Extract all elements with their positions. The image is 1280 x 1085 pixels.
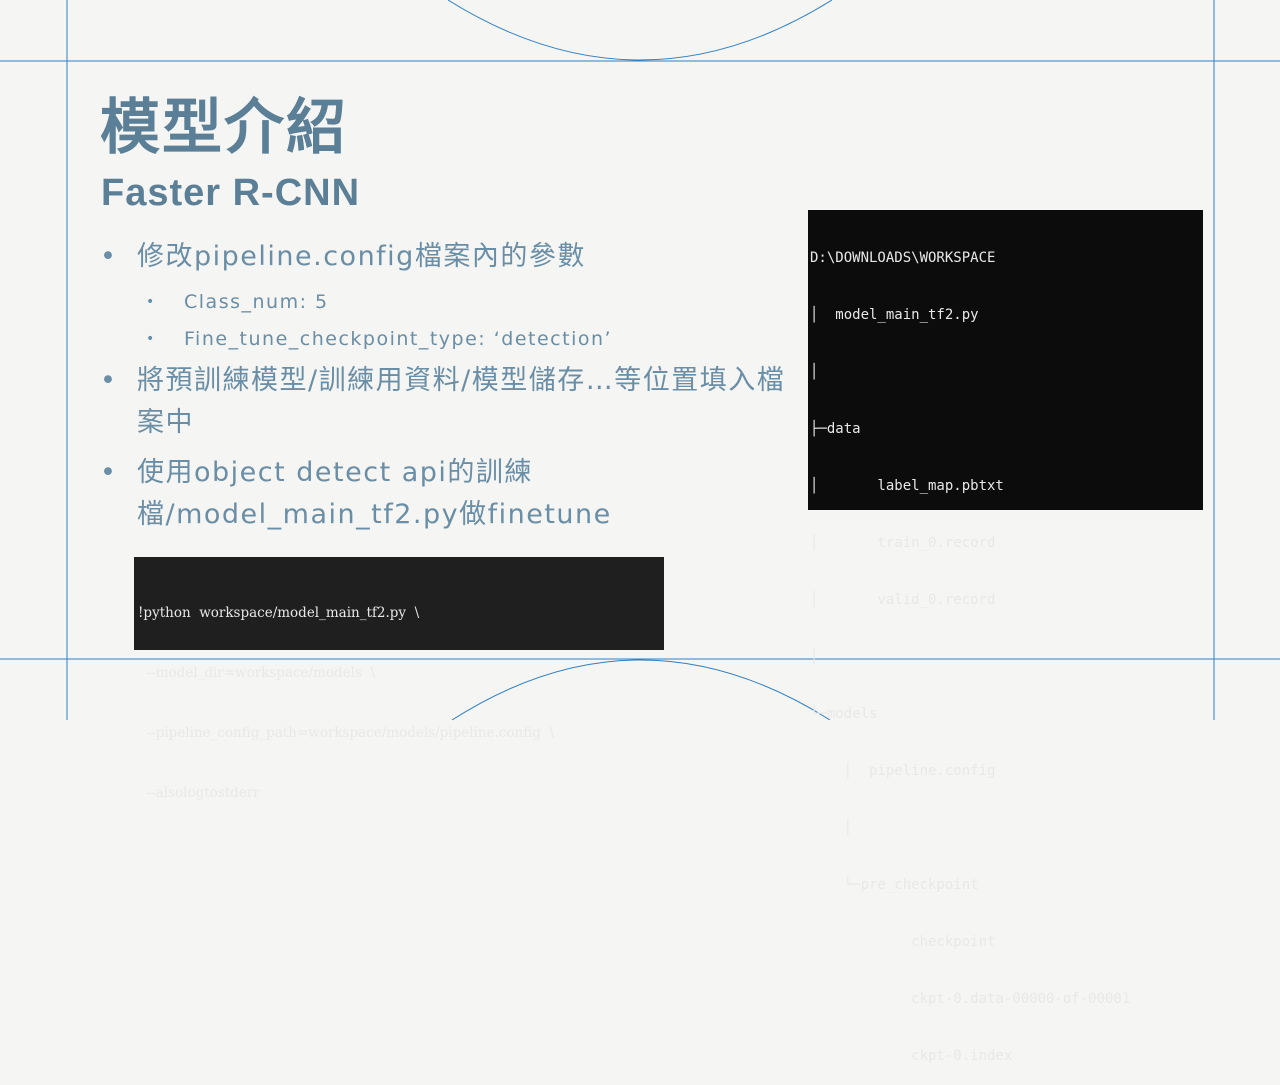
tree-line: ckpt-0.index xyxy=(810,1048,1013,1064)
bullet-text: 使用object detect api的訓練檔/model_main_tf2.p… xyxy=(137,457,612,530)
sub-bullet-item: • Class_num: 5 xyxy=(100,286,790,318)
sub-bullet-item: • Fine_tune_checkpoint_type: ‘detection’ xyxy=(100,323,790,355)
bullet-list: • 修改pipeline.config檔案內的參數 • Class_num: 5… xyxy=(100,236,790,544)
tree-line: └─models xyxy=(810,706,878,722)
code-line: --alsologtostderr xyxy=(138,785,260,801)
tree-line: │ xyxy=(810,649,819,665)
tree-line: │ train_0.record xyxy=(810,535,996,551)
code-line: !python workspace/model_main_tf2.py \ xyxy=(138,605,420,621)
tree-line: │ label_map.pbtxt xyxy=(810,478,1004,494)
tree-line: ckpt-0.data-00000-of-00001 xyxy=(810,991,1131,1007)
slide-title: 模型介紹 xyxy=(100,93,348,163)
tree-line: │ xyxy=(810,820,853,836)
frame-arc-top xyxy=(447,0,833,61)
tree-line: │ pipeline.config xyxy=(810,763,996,779)
bullet-dot: • xyxy=(146,331,156,347)
slide-subtitle: Faster R-CNN xyxy=(101,172,361,214)
bullet-item: • 使用object detect api的訓練檔/model_main_tf2… xyxy=(100,452,790,536)
workspace-directory-tree: D:\DOWNLOADS\WORKSPACE │ model_main_tf2.… xyxy=(808,210,1203,1064)
sub-bullet-text: Class_num: 5 xyxy=(184,291,329,313)
bullet-dot: • xyxy=(100,365,118,396)
tree-line: │ xyxy=(810,364,819,380)
tree-line: D:\DOWNLOADS\WORKSPACE xyxy=(810,250,996,266)
tree-line: │ valid_0.record xyxy=(810,592,996,608)
bullet-dot: • xyxy=(100,457,118,488)
bullet-item: • 修改pipeline.config檔案內的參數 xyxy=(100,236,790,278)
tree-line: └─pre_checkpoint xyxy=(810,877,979,893)
training-command-snippet: !python workspace/model_main_tf2.py \ --… xyxy=(134,557,664,801)
bullet-item: • 將預訓練模型/訓練用資料/模型儲存…等位置填入檔案中 xyxy=(100,360,790,444)
code-line: --pipeline_config_path=workspace/models/… xyxy=(138,725,555,741)
bullet-dot: • xyxy=(100,241,118,272)
tree-line: ├─data xyxy=(810,421,861,437)
bullet-dot: • xyxy=(146,294,156,310)
bullet-text: 修改pipeline.config檔案內的參數 xyxy=(137,241,586,272)
bullet-text: 將預訓練模型/訓練用資料/模型儲存…等位置填入檔案中 xyxy=(137,365,786,438)
tree-line: checkpoint xyxy=(810,934,996,950)
sub-bullet-text: Fine_tune_checkpoint_type: ‘detection’ xyxy=(184,328,613,350)
code-line: --model_dir=workspace/models \ xyxy=(138,665,376,681)
tree-line: │ model_main_tf2.py xyxy=(810,307,979,323)
